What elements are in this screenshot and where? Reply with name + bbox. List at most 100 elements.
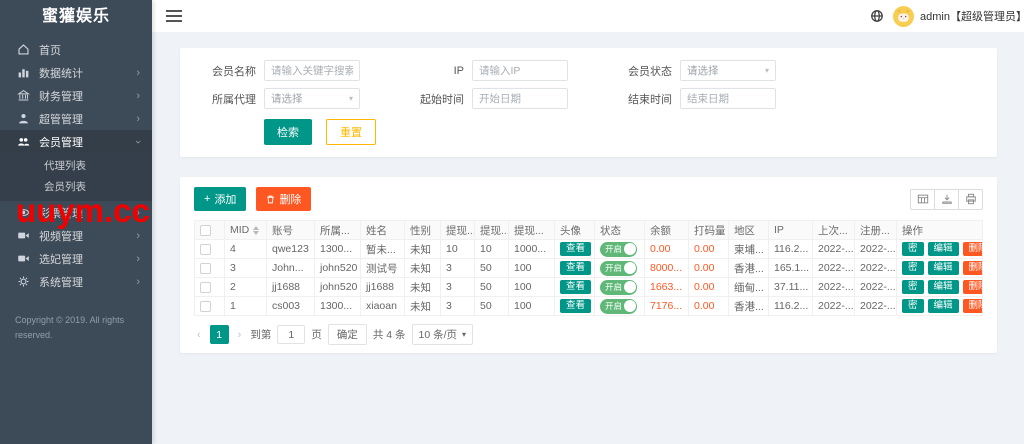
edit-button[interactable]: 编辑 [928, 261, 959, 275]
reset-button[interactable]: 重置 [326, 119, 376, 145]
sidebar-item-label: 数据统计 [39, 65, 83, 81]
table-row: 2 jj1688 john520 jj1688 未知 3 50 100 查看 开… [195, 278, 983, 297]
view-avatar-button[interactable]: 查看 [560, 299, 591, 313]
bank-icon [17, 89, 30, 102]
password-button[interactable]: 密 [902, 242, 924, 256]
search-button[interactable]: 检索 [264, 119, 312, 145]
member-name-input[interactable] [264, 60, 360, 81]
row-checkbox[interactable] [200, 282, 211, 293]
password-button[interactable]: 密 [902, 261, 924, 275]
members-icon [17, 135, 30, 148]
jump-suffix: 页 [311, 327, 322, 342]
sidebar-item-label: 选妃管理 [39, 251, 83, 267]
page-jump-input[interactable] [277, 325, 305, 344]
sidebar-item-agent-list[interactable]: 代理列表 [0, 156, 152, 177]
sidebar-item-xuanfei[interactable]: 选妃管理 › [0, 247, 152, 270]
col-mid[interactable]: MID [225, 221, 267, 240]
sidebar-item-members[interactable]: 会员管理 › [0, 130, 152, 153]
delete-button[interactable]: 删除 [256, 187, 311, 211]
view-avatar-button[interactable]: 查看 [560, 242, 591, 256]
view-avatar-button[interactable]: 查看 [560, 280, 591, 294]
col-status: 状态 [595, 221, 645, 240]
current-page[interactable]: 1 [210, 325, 229, 344]
sidebar-item-home[interactable]: 首页 [0, 38, 152, 61]
sidebar-item-finance[interactable]: 财务管理 › [0, 84, 152, 107]
filter-columns-button[interactable] [910, 189, 935, 210]
film-icon [17, 252, 30, 265]
next-page-button[interactable]: › [235, 329, 245, 341]
col-withdraw3: 提现... [509, 221, 555, 240]
add-button[interactable]: + 添加 [194, 187, 246, 211]
print-button[interactable] [958, 189, 983, 210]
edit-button[interactable]: 编辑 [928, 280, 959, 294]
video-icon [17, 229, 30, 242]
delete-row-button[interactable]: 删除 [963, 242, 983, 256]
language-globe-icon[interactable] [870, 9, 884, 23]
status-toggle[interactable]: 开启 [600, 242, 637, 257]
sidebar-item-system[interactable]: 系统管理 › [0, 270, 152, 293]
row-checkbox[interactable] [200, 263, 211, 274]
edit-button[interactable]: 编辑 [928, 299, 959, 313]
chevron-right-icon: › [136, 113, 140, 125]
chevron-down-icon: › [132, 140, 144, 144]
delete-row-button[interactable]: 删除 [963, 299, 983, 313]
status-toggle[interactable]: 开启 [600, 261, 637, 276]
status-toggle[interactable]: 开启 [600, 299, 637, 314]
col-bet: 打码量 [689, 221, 729, 240]
sidebar-item-label: 财务管理 [39, 88, 83, 104]
total-count: 共 4 条 [373, 327, 406, 342]
pagination: ‹ 1 › 到第 页 确定 共 4 条 10 条/页 ▾ [194, 324, 983, 345]
agent-select[interactable]: 请选择 ▾ [264, 88, 360, 109]
page-size-select[interactable]: 10 条/页 ▾ [412, 324, 474, 345]
row-checkbox[interactable] [200, 244, 211, 255]
col-gender: 性别 [405, 221, 441, 240]
view-avatar-button[interactable]: 查看 [560, 261, 591, 275]
user-menu[interactable]: admin【超级管理员】 ▾ [893, 6, 1024, 27]
logged-in-user: admin【超级管理员】 [920, 8, 1024, 24]
ip-input[interactable] [472, 60, 568, 81]
member-table-panel: + 添加 删除 [180, 177, 997, 353]
sidebar-item-admins[interactable]: 超管管理 › [0, 107, 152, 130]
trash-icon [266, 195, 275, 204]
admin-icon [17, 112, 30, 125]
delete-row-button[interactable]: 删除 [963, 261, 983, 275]
field-label: 所属代理 [198, 91, 256, 107]
delete-row-button[interactable]: 删除 [963, 280, 983, 294]
col-withdraw1: 提现... [441, 221, 475, 240]
watermark: uuym.cc [16, 192, 150, 230]
field-label: 会员名称 [198, 63, 256, 79]
topbar: admin【超级管理员】 ▾ [152, 0, 1024, 32]
chevron-down-icon: ▾ [462, 330, 466, 339]
menu-toggle-icon[interactable] [166, 7, 182, 25]
chevron-right-icon: › [136, 90, 140, 102]
member-table: MID 账号 所属... 姓名 性别 提现... 提现... 提现... 头像 … [194, 220, 983, 316]
export-button[interactable] [934, 189, 959, 210]
sidebar-item-label: 首页 [39, 42, 61, 58]
sidebar: 蜜獾娱乐 首页 数据统计 › 财务管理 › 超管管理 › [0, 0, 152, 444]
field-label: 会员状态 [614, 63, 672, 79]
field-label: IP [406, 65, 464, 77]
select-all-checkbox[interactable] [200, 225, 211, 236]
end-date-input[interactable] [680, 88, 776, 109]
sort-icon[interactable] [253, 226, 259, 235]
edit-button[interactable]: 编辑 [928, 242, 959, 256]
password-button[interactable]: 密 [902, 280, 924, 294]
chevron-right-icon: › [136, 67, 140, 79]
row-checkbox[interactable] [200, 301, 211, 312]
confirm-page-button[interactable]: 确定 [328, 324, 367, 345]
field-label: 起始时间 [406, 91, 464, 107]
plus-icon: + [204, 193, 210, 205]
status-toggle[interactable]: 开启 [600, 280, 637, 295]
start-date-input[interactable] [472, 88, 568, 109]
copyright-text: Copyright © 2019. All rights reserved. [0, 313, 152, 344]
table-row: 3 John... john520 测试号 未知 3 50 100 查看 开启 … [195, 259, 983, 278]
member-status-select[interactable]: 请选择 ▾ [680, 60, 776, 81]
sidebar-item-label: 系统管理 [39, 274, 83, 290]
chevron-right-icon: › [136, 276, 140, 288]
prev-page-button[interactable]: ‹ [194, 329, 204, 341]
sidebar-item-label: 会员管理 [39, 134, 83, 150]
gear-icon [17, 275, 30, 288]
sidebar-item-stats[interactable]: 数据统计 › [0, 61, 152, 84]
password-button[interactable]: 密 [902, 299, 924, 313]
chevron-right-icon: › [136, 253, 140, 265]
